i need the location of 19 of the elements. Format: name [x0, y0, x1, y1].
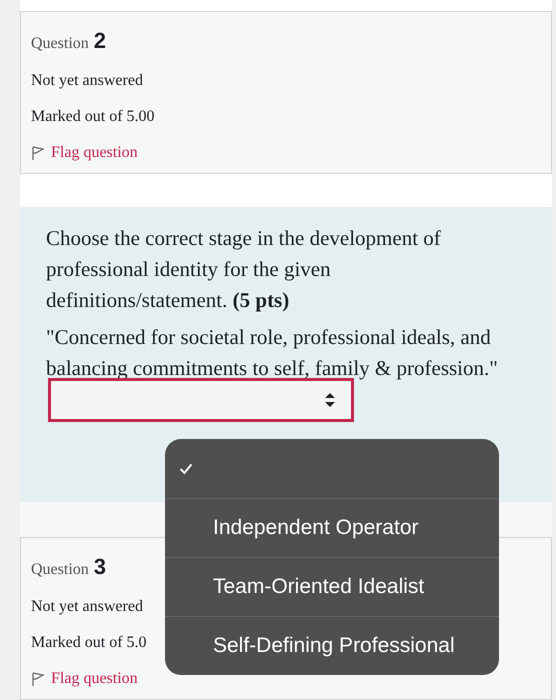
answer-select[interactable]	[48, 378, 354, 422]
flag-question-link[interactable]: Flag question	[51, 141, 138, 166]
flag-icon	[31, 145, 45, 162]
question-marks: Marked out of 5.0	[31, 632, 147, 653]
flag-icon	[31, 670, 45, 687]
question-marks: Marked out of 5.00	[31, 107, 155, 128]
question-status: Not yet answered	[31, 71, 143, 92]
question-number: 3	[94, 552, 106, 581]
dropdown-option[interactable]: Self-Defining Professional	[165, 616, 499, 675]
question-label: Question	[31, 34, 89, 54]
question-prompt: Choose the correct stage in the development of professional identity for the given definitions/statement. (5 pts)	[46, 225, 442, 314]
question-statement: "Concerned for societal role, professional ideals, and balancing commitments to self, family & profession."	[46, 325, 498, 380]
flag-question-link[interactable]: Flag question	[51, 666, 138, 691]
select-arrows-icon	[325, 393, 335, 408]
question-status: Not yet answered	[31, 596, 143, 617]
dropdown-option[interactable]: Team-Oriented Idealist	[165, 557, 499, 616]
question-label: Question	[31, 560, 89, 580]
dropdown-option[interactable]: Independent Operator	[165, 498, 499, 557]
question-number: 2	[94, 27, 106, 56]
